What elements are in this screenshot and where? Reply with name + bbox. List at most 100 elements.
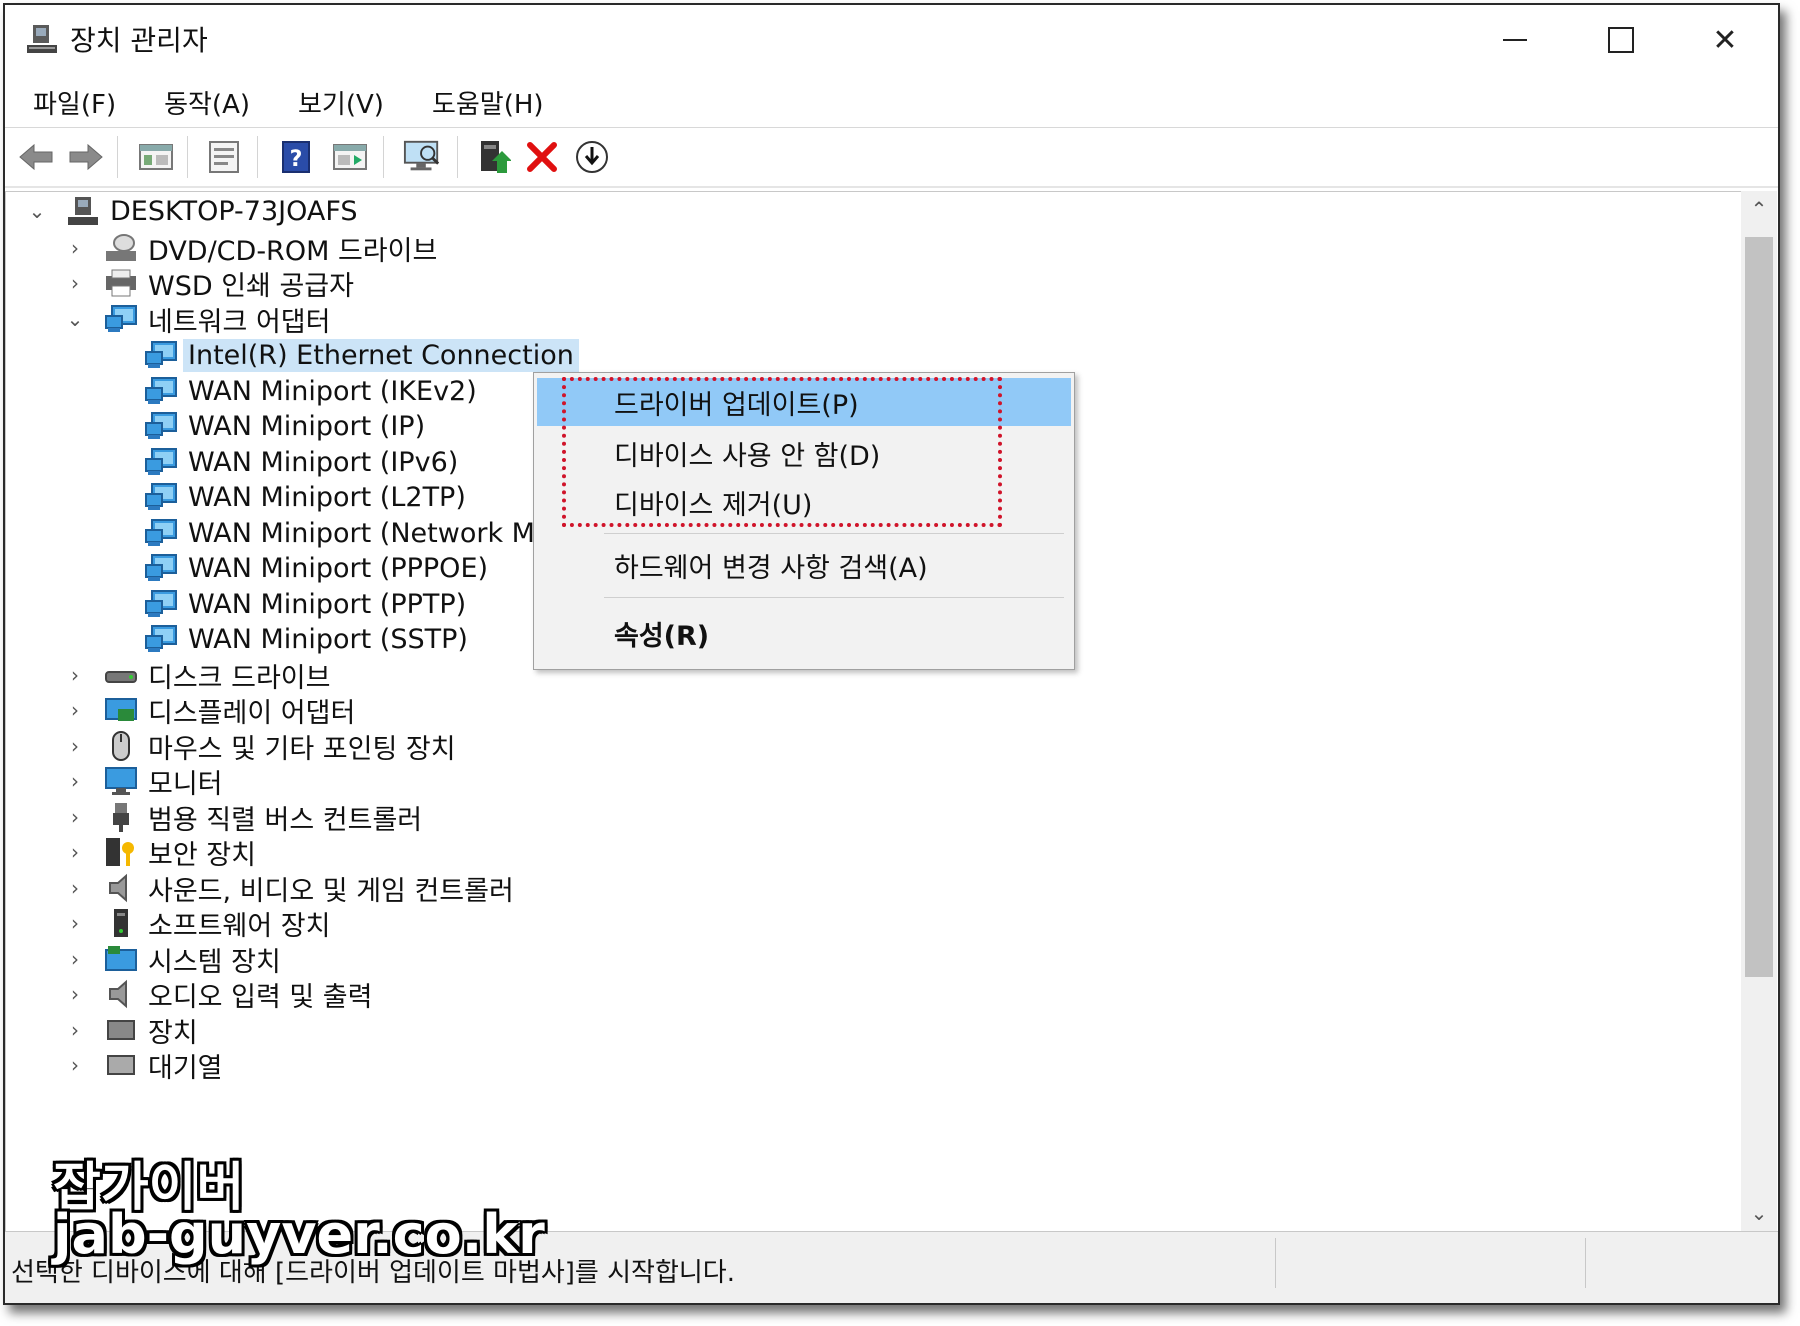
svg-text:?: ? — [290, 147, 303, 172]
update-driver-icon[interactable] — [475, 138, 513, 176]
scan-hardware-icon[interactable] — [403, 138, 441, 176]
chevron-right-icon[interactable]: › — [64, 734, 86, 758]
network-adapter-icon — [144, 447, 178, 477]
monitor-icon — [104, 766, 138, 796]
action-pane-icon[interactable] — [331, 138, 369, 176]
tree-group-item[interactable]: › 오디오 입력 및 출력 — [64, 975, 372, 1013]
chevron-right-icon[interactable]: › — [64, 805, 86, 829]
tree-node-label: Intel(R) Ethernet Connection — [183, 338, 579, 372]
tree-network-adapter-item[interactable]: WAN Miniport (IP) — [104, 407, 425, 445]
scrollbar-thumb[interactable] — [1745, 237, 1773, 977]
tree-network-adapter-item[interactable]: WAN Miniport (IPv6) — [104, 443, 458, 481]
download-driver-icon[interactable] — [573, 138, 611, 176]
menu-view[interactable]: 보기(V) — [292, 80, 390, 125]
context-menu-item[interactable]: 속성(R) — [537, 609, 1071, 657]
tree-network-adapter-item[interactable]: WAN Miniport (SSTP) — [104, 620, 468, 658]
context-menu-item-label: 하드웨어 변경 사항 검색(A) — [614, 552, 928, 584]
tree-group-item[interactable]: › 디스크 드라이브 — [64, 656, 330, 694]
network-adapter-icon — [144, 553, 178, 583]
chevron-right-icon[interactable]: › — [64, 947, 86, 971]
mouse-icon — [104, 731, 138, 761]
menu-file[interactable]: 파일(F) — [27, 80, 122, 125]
tree-group-item[interactable]: › 모니터 — [64, 762, 223, 800]
help-icon[interactable]: ? — [277, 138, 315, 176]
tree-node-label: WAN Miniport (IP) — [188, 410, 426, 442]
chevron-right-icon[interactable]: › — [64, 271, 86, 295]
tree-node-label: 네트워크 어댑터 — [148, 306, 331, 338]
context-menu-item[interactable]: 하드웨어 변경 사항 검색(A) — [537, 541, 1071, 589]
computer-icon — [66, 196, 100, 226]
tree-node-label: 마우스 및 기타 포인팅 장치 — [148, 733, 456, 765]
menu-bar: 파일(F) 동작(A) 보기(V) 도움말(H) — [5, 77, 1778, 128]
tree-group-item[interactable]: ⌄ 네트워크 어댑터 — [64, 300, 330, 338]
tree-group-item[interactable]: › 시스템 장치 — [64, 940, 281, 978]
system-device-icon — [104, 944, 138, 974]
chevron-right-icon[interactable]: › — [64, 236, 86, 260]
scroll-down-icon[interactable]: ⌄ — [1741, 1195, 1777, 1231]
tree-node-label: 디스크 드라이브 — [148, 662, 331, 694]
chevron-right-icon[interactable]: › — [64, 982, 86, 1006]
tree-network-adapter-item[interactable]: WAN Miniport (PPTP) — [104, 585, 466, 623]
forward-arrow-icon[interactable] — [67, 138, 105, 176]
tree-group-item[interactable]: › 대기열 — [64, 1046, 223, 1084]
show-hide-console-tree-icon[interactable] — [137, 138, 175, 176]
speaker-icon — [104, 873, 138, 903]
chevron-right-icon[interactable]: › — [64, 840, 86, 864]
tree-network-adapter-item[interactable]: WAN Miniport (Network Mc — [104, 514, 550, 552]
tree-network-adapter-item[interactable]: Intel(R) Ethernet Connection — [104, 336, 579, 374]
chevron-right-icon[interactable]: › — [64, 911, 86, 935]
usb-icon — [104, 802, 138, 832]
scroll-up-icon[interactable]: ⌃ — [1741, 191, 1777, 227]
network-adapter-icon — [144, 482, 178, 512]
tree-group-item[interactable]: › DVD/CD-ROM 드라이브 — [64, 229, 437, 267]
tree-group-item[interactable]: › 장치 — [64, 1011, 198, 1049]
context-menu-item-label: 속성(R) — [614, 620, 710, 652]
watermark-url: jab-guyver.co.kr — [53, 1203, 545, 1266]
tree-group-item[interactable]: › 사운드, 비디오 및 게임 컨트롤러 — [64, 869, 514, 907]
dvd-drive-icon — [104, 233, 138, 263]
vertical-scrollbar[interactable]: ⌃ ⌄ — [1741, 191, 1777, 1231]
tree-group-item[interactable]: › 범용 직렬 버스 컨트롤러 — [64, 798, 422, 836]
minimize-icon[interactable] — [1465, 5, 1565, 75]
back-arrow-icon[interactable] — [17, 138, 55, 176]
tree-node-label: WAN Miniport (SSTP) — [188, 623, 468, 655]
annotation-highlight-box — [562, 377, 1002, 527]
tree-group-item[interactable]: › 마우스 및 기타 포인팅 장치 — [64, 727, 456, 765]
tree-group-item[interactable]: › 소프트웨어 장치 — [64, 904, 330, 942]
network-adapter-icon — [104, 304, 138, 334]
tree-root-computer[interactable]: ⌄ DESKTOP-73JOAFS — [26, 192, 358, 230]
device-tree: ⌄ DESKTOP-73JOAFS › DVD/CD-ROM 드라이브 › WSD 인쇄 … — [5, 191, 1742, 1232]
close-icon[interactable]: ✕ — [1675, 5, 1775, 75]
chevron-right-icon[interactable]: › — [64, 1053, 86, 1077]
tree-node-label: 장치 — [148, 1017, 198, 1049]
chevron-right-icon[interactable]: › — [64, 769, 86, 793]
menu-help[interactable]: 도움말(H) — [426, 80, 550, 125]
chevron-right-icon[interactable]: › — [64, 698, 86, 722]
tree-group-item[interactable]: › 보안 장치 — [64, 833, 256, 871]
generic-device-icon — [104, 1015, 138, 1045]
tree-network-adapter-item[interactable]: WAN Miniport (IKEv2) — [104, 372, 477, 410]
chevron-down-icon[interactable]: ⌄ — [64, 307, 86, 331]
chevron-right-icon[interactable]: › — [64, 876, 86, 900]
tree-group-item[interactable]: › WSD 인쇄 공급자 — [64, 264, 354, 302]
network-adapter-icon — [144, 376, 178, 406]
tree-network-adapter-item[interactable]: WAN Miniport (L2TP) — [104, 478, 466, 516]
menu-action[interactable]: 동작(A) — [158, 80, 256, 125]
network-adapter-icon — [144, 340, 178, 370]
chevron-down-icon[interactable]: ⌄ — [26, 199, 48, 223]
tree-node-label: 모니터 — [148, 768, 223, 800]
tree-group-item[interactable]: › 디스플레이 어댑터 — [64, 691, 355, 729]
chevron-right-icon[interactable]: › — [64, 663, 86, 687]
printer-icon — [104, 268, 138, 298]
properties-icon[interactable] — [205, 138, 243, 176]
tree-node-label: 범용 직렬 버스 컨트롤러 — [148, 804, 423, 836]
tree-network-adapter-item[interactable]: WAN Miniport (PPPOE) — [104, 549, 488, 587]
tree-node-label: 디스플레이 어댑터 — [148, 697, 356, 729]
uninstall-device-icon[interactable] — [523, 138, 561, 176]
context-menu-separator — [604, 533, 1064, 534]
maximize-icon[interactable] — [1571, 5, 1671, 75]
tree-node-label: 사운드, 비디오 및 게임 컨트롤러 — [148, 875, 514, 907]
chevron-right-icon[interactable]: › — [64, 1018, 86, 1042]
queue-icon — [104, 1050, 138, 1080]
tree-node-label: WSD 인쇄 공급자 — [148, 270, 354, 302]
